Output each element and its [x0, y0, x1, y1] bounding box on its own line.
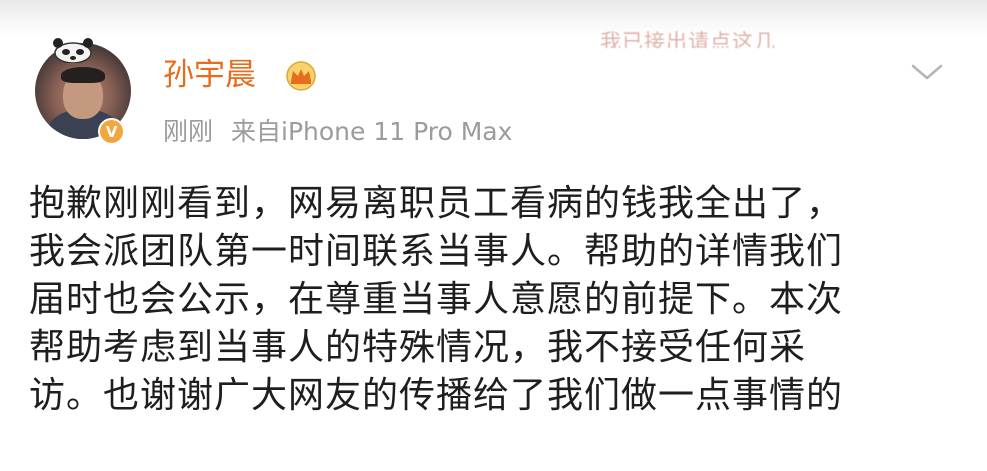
chevron-down-icon[interactable]: [910, 62, 944, 82]
verified-badge-icon: V: [98, 118, 125, 145]
post-body: 抱歉刚刚看到，网易离职员工看病的钱我全出了， 我会派团队第一时间联系当事人。帮助…: [29, 180, 959, 420]
crown-icon[interactable]: [282, 61, 320, 91]
post-source[interactable]: 来自iPhone 11 Pro Max: [231, 117, 512, 146]
post-body-line: 我会派团队第一时间联系当事人。帮助的详情我们: [29, 231, 844, 272]
header-decoration: 我已接出请点这几: [600, 30, 776, 48]
post-body-line: 届时也会公示，在尊重当事人意愿的前提下。本次: [29, 279, 844, 320]
post-time: 刚刚: [163, 117, 214, 146]
avatar-hair: [61, 67, 105, 83]
post-body-line: 抱歉刚刚看到，网易离职员工看病的钱我全出了，: [29, 183, 844, 224]
post-body-line: 帮助考虑到当事人的特殊情况，我不接受任何采: [29, 327, 807, 368]
post-meta: 刚刚 来自iPhone 11 Pro Max: [163, 116, 512, 148]
post-body-line: 访。也谢谢广大网友的传播给了我们做一点事情的: [29, 375, 844, 416]
panda-hat-icon: [53, 38, 93, 63]
username[interactable]: 孙宇晨: [163, 57, 256, 93]
